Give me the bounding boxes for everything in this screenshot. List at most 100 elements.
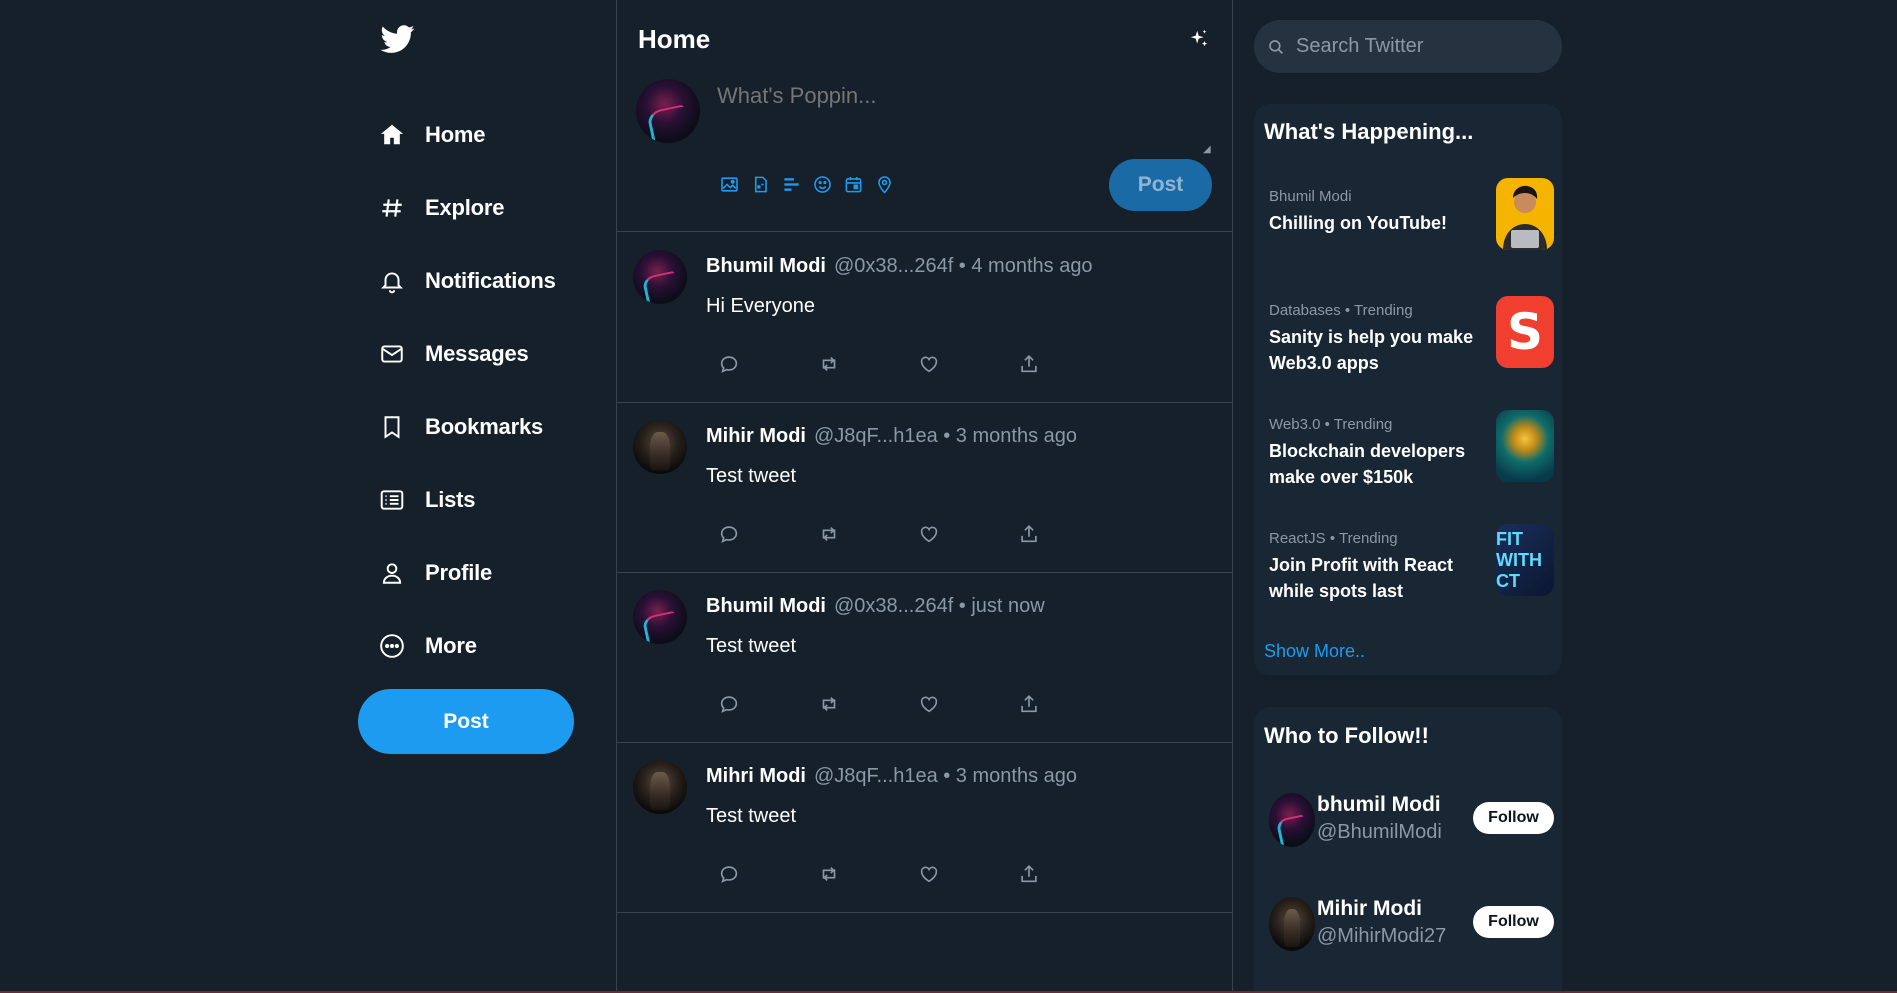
nav-item-bookmarks[interactable]: Bookmarks — [355, 390, 556, 463]
tweet[interactable]: Mihir Modi @J8qF...h1ea • 3 months ago Te… — [617, 402, 1232, 573]
trend-item[interactable]: Bhumil Modi Chilling on YouTube! — [1269, 178, 1554, 283]
tweet-meta: @0x38...264f • 4 months ago — [833, 255, 1093, 277]
nav-label-bookmarks: Bookmarks — [425, 413, 544, 439]
tweet[interactable]: Mihri Modi @J8qF...h1ea • 3 months ago Te… — [617, 742, 1232, 913]
schedule-icon[interactable] — [843, 174, 864, 195]
nav-label-explore: Explore — [425, 194, 505, 220]
retweet-icon[interactable] — [817, 692, 841, 716]
person-icon — [379, 560, 405, 586]
trend-category: Web3.0 • Trending — [1269, 416, 1393, 433]
image-icon[interactable] — [719, 174, 740, 195]
twitter-bird-icon[interactable] — [379, 22, 417, 56]
nav-item-more[interactable]: More — [355, 609, 556, 682]
trend-title: Blockchain developers make over $150k — [1269, 441, 1466, 487]
avatar — [636, 79, 700, 143]
tweet-meta: @J8qF...h1ea • 3 months ago — [813, 765, 1078, 787]
tweet-text: Test tweet — [706, 635, 797, 657]
like-icon[interactable] — [917, 692, 941, 716]
nav-label-home: Home — [425, 121, 486, 147]
share-icon[interactable] — [1017, 862, 1041, 886]
follow-handle: @MihirModi27 — [1317, 925, 1447, 947]
avatar[interactable] — [633, 760, 687, 814]
show-more-link[interactable]: Show More.. — [1264, 641, 1365, 662]
reply-icon[interactable] — [717, 692, 741, 716]
reply-icon[interactable] — [717, 862, 741, 886]
tweet[interactable]: Bhumil Modi @0x38...264f • just now Test … — [617, 572, 1232, 743]
reply-icon[interactable] — [717, 522, 741, 546]
compose-input[interactable] — [717, 83, 1217, 155]
tweet-text: Hi Everyone — [706, 295, 815, 317]
avatar[interactable] — [633, 420, 687, 474]
share-icon[interactable] — [1017, 692, 1041, 716]
share-icon[interactable] — [1017, 522, 1041, 546]
sanity-logo: S — [1496, 296, 1554, 368]
home-icon — [379, 122, 405, 148]
tweet-meta: @0x38...264f • just now — [833, 595, 1045, 617]
more-circle-icon — [379, 633, 405, 659]
trend-category: ReactJS • Trending — [1269, 530, 1398, 547]
avatar[interactable] — [1269, 793, 1315, 847]
mail-icon — [379, 341, 405, 367]
nav-item-lists[interactable]: Lists — [355, 463, 556, 536]
location-icon[interactable] — [874, 174, 895, 195]
nav-item-messages[interactable]: Messages — [355, 317, 556, 390]
follow-handle: @BhumilModi — [1317, 821, 1442, 843]
tweet-author-name[interactable]: Mihir Modi — [706, 425, 806, 447]
tweet-header: Mihri Modi @J8qF...h1ea • 3 months ago — [706, 765, 1077, 788]
whats-happening-title: What's Happening... — [1264, 119, 1474, 144]
tweet-actions — [717, 352, 1117, 376]
share-icon[interactable] — [1017, 352, 1041, 376]
gif-icon[interactable] — [750, 174, 771, 195]
avatar[interactable] — [633, 590, 687, 644]
follow-button[interactable]: Follow — [1473, 906, 1554, 938]
left-sidebar: Home Explore Notifications Messages Book… — [355, 0, 617, 993]
follow-name[interactable]: bhumil Modi — [1317, 793, 1441, 817]
resize-grip-icon[interactable]: ◢ — [1203, 144, 1213, 155]
avatar[interactable] — [1269, 897, 1315, 951]
retweet-icon[interactable] — [817, 352, 841, 376]
follow-button[interactable]: Follow — [1473, 802, 1554, 834]
emoji-icon[interactable] — [812, 174, 833, 195]
sidebar-post-button[interactable]: Post — [358, 689, 574, 754]
bell-icon — [379, 268, 405, 294]
retweet-icon[interactable] — [817, 522, 841, 546]
trend-title: Sanity is help you make Web3.0 apps — [1269, 327, 1474, 373]
search-bar[interactable] — [1254, 20, 1562, 73]
retweet-icon[interactable] — [817, 862, 841, 886]
search-input[interactable] — [1296, 35, 1536, 58]
like-icon[interactable] — [917, 352, 941, 376]
trend-thumbnail — [1496, 410, 1554, 482]
trend-thumbnail — [1496, 178, 1554, 250]
nav-label-profile: Profile — [425, 559, 493, 585]
nav-item-notifications[interactable]: Notifications — [355, 244, 556, 317]
like-icon[interactable] — [917, 862, 941, 886]
trend-item[interactable]: Web3.0 • Trending Blockchain developers … — [1269, 410, 1554, 511]
tweet-actions — [717, 692, 1117, 716]
reply-icon[interactable] — [717, 352, 741, 376]
home-feed: Home ◢ Post — [616, 0, 1233, 993]
whats-happening-panel: What's Happening... Bhumil Modi Chilling… — [1254, 104, 1562, 675]
nav-item-home[interactable]: Home — [355, 98, 556, 171]
like-icon[interactable] — [917, 522, 941, 546]
compose-toolbar — [719, 174, 895, 195]
nav-item-explore[interactable]: Explore — [355, 171, 556, 244]
scrollbar[interactable] — [1880, 0, 1897, 993]
tweet[interactable]: Bhumil Modi @0x38...264f • 4 months ago H… — [617, 232, 1232, 403]
nav-label-messages: Messages — [425, 340, 529, 366]
avatar[interactable] — [633, 250, 687, 304]
trend-title: Chilling on YouTube! — [1269, 213, 1447, 233]
tweet-author-name[interactable]: Mihri Modi — [706, 765, 806, 787]
poll-icon[interactable] — [781, 174, 802, 195]
tweet-author-name[interactable]: Bhumil Modi — [706, 595, 826, 617]
trend-item[interactable]: Databases • Trending Sanity is help you … — [1269, 296, 1554, 397]
follow-name[interactable]: Mihir Modi — [1317, 897, 1422, 921]
tweet-author-name[interactable]: Bhumil Modi — [706, 255, 826, 277]
nav-item-profile[interactable]: Profile — [355, 536, 556, 609]
sparkle-icon[interactable] — [1188, 28, 1210, 50]
follow-suggestion: bhumil Modi @BhumilModi Follow — [1269, 793, 1554, 853]
tweet-composer: ◢ Post — [617, 75, 1232, 232]
trend-item[interactable]: ReactJS • Trending Join Profit with Reac… — [1269, 524, 1554, 625]
hashtag-icon — [379, 195, 405, 221]
compose-post-button[interactable]: Post — [1109, 159, 1212, 211]
tweet-actions — [717, 522, 1117, 546]
